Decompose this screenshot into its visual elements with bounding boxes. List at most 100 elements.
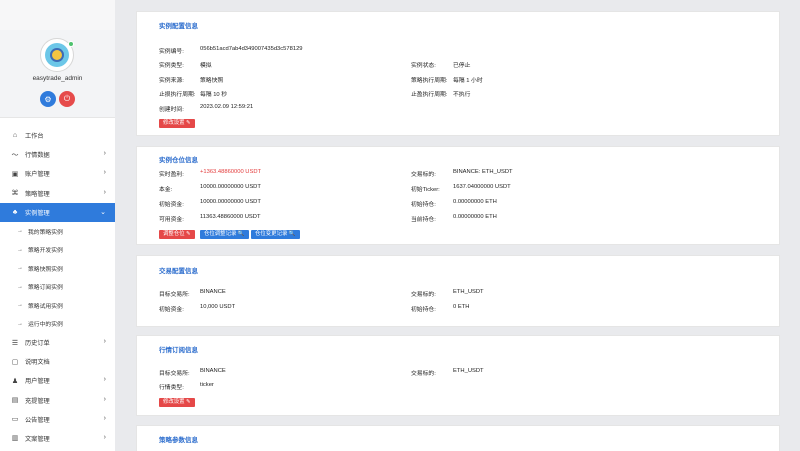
instance-icon: ♣ — [12, 208, 18, 216]
submenu-item-label: 策略开发实例 — [28, 248, 63, 255]
content-icon: ▥ — [11, 435, 19, 443]
panel-title: 实例仓位信息 — [159, 157, 198, 164]
ticker-label: 初始Ticker: — [411, 187, 440, 193]
submenu-item-label: 策略快照实例 — [28, 266, 63, 273]
sidebar-item-strategy[interactable]: ⌘ 策略管理 › — [0, 184, 115, 203]
sidebar-menu: ⌂ 工作台〜行情数据 › ▣ 账户管理 › ⌘ 策略管理 › ♣ 实例管理 ⌄ → 我的策略实例 → 策略开发… — [0, 126, 115, 448]
sidebar-item-label: 说明文档 — [25, 359, 50, 367]
takeprofit-cycle-label: 止盈执行周期: — [411, 92, 448, 98]
chevron-right-icon: › — [103, 337, 106, 345]
instance-status-value: 已停止 — [453, 63, 471, 69]
settings-button[interactable]: ⚙ — [40, 91, 56, 107]
panel-title: 实例配置信息 — [159, 23, 198, 30]
takeprofit-cycle-value: 不执行 — [453, 92, 471, 98]
adjust-position-button[interactable]: 调整仓位 ✎ — [159, 230, 195, 239]
sidebar-item-instance[interactable]: ♣ 实例管理 ⌄ — [0, 202, 115, 222]
submenu-item-label: 策略试用实例 — [28, 303, 63, 310]
market-type-label: 行情类型: — [159, 385, 184, 391]
position-change-log-button[interactable]: 仓位变更记录 🔍 — [251, 230, 300, 239]
sidebar-item-label: 历史订单 — [25, 340, 50, 348]
sidebar-item-label: 公告管理 — [25, 416, 50, 424]
arrow-right-icon: → — [17, 320, 23, 327]
exchange-value: BINANCE — [200, 368, 226, 374]
pair-value: ETH_USDT — [453, 289, 484, 295]
market-subscription-panel: 行情订阅信息 目标交易所: BINANCE 交易标的: ETH_USDT 行情类… — [136, 335, 780, 416]
sidebar-item-content[interactable]: ▥ 文案管理 › — [0, 429, 115, 448]
pnl-label: 实时盈利: — [159, 172, 184, 178]
instance-source-label: 实例来源: — [159, 78, 184, 84]
initial-capital-value: 10000.00000000 USDT — [200, 199, 261, 205]
sidebar-item-label: 文案管理 — [25, 435, 50, 443]
logout-button[interactable]: ⏻ — [59, 91, 75, 107]
pair-value: ETH_USDT — [453, 368, 484, 374]
power-icon: ⏻ — [63, 94, 71, 103]
docs-icon: ▢ — [11, 358, 19, 366]
sidebar-item-label: 用户管理 — [25, 378, 50, 386]
sidebar-item-label: 工作台 — [25, 133, 44, 141]
sidebar-item-label: 充提管理 — [25, 397, 50, 405]
pair-label: 交易标的: — [411, 292, 436, 298]
edit-settings-button[interactable]: 修改设置 ✎ — [159, 119, 195, 128]
panel-title: 行情订阅信息 — [159, 347, 198, 354]
chevron-right-icon: › — [103, 169, 106, 177]
exchange-label: 目标交易所: — [159, 371, 190, 377]
instance-position-panel: 实例仓位信息 实时盈利: +1363.48860000 USDT 交易标的: B… — [136, 146, 780, 245]
instance-type-value: 模拟 — [200, 63, 212, 69]
username: easytrade_admin — [32, 75, 83, 82]
sidebar-item-label: 策略管理 — [25, 190, 50, 198]
history-icon: ☰ — [11, 339, 19, 347]
sidebar-item-history[interactable]: ☰ 历史订单 › — [0, 333, 115, 352]
sidebar-item-docs[interactable]: ▢ 说明文档 — [0, 352, 115, 371]
arrow-right-icon: → — [17, 283, 23, 290]
avatar[interactable] — [40, 38, 74, 72]
current-holding-label: 当前持仓: — [411, 217, 436, 223]
exchange-label: 目标交易所: — [159, 292, 190, 298]
submenu-item[interactable]: → 策略试用实例 — [0, 296, 115, 315]
sidebar-item-recharge[interactable]: ▤ 充提管理 › — [0, 391, 115, 410]
instance-type-label: 实例类型: — [159, 63, 184, 69]
chevron-down-icon: ⌄ — [100, 208, 106, 216]
submenu-item[interactable]: → 策略开发实例 — [0, 240, 115, 259]
sidebar-item-label: 行情数据 — [25, 152, 50, 160]
notice-icon: ▭ — [11, 416, 19, 424]
initial-holding-label: 初始持仓: — [411, 202, 436, 208]
sidebar-item-account[interactable]: ▣ 账户管理 › — [0, 164, 115, 183]
sidebar-item-workbench[interactable]: ⌂ 工作台 — [0, 126, 115, 145]
strategy-params-panel: 策略参数信息 — [136, 425, 780, 451]
chevron-right-icon: › — [103, 414, 106, 422]
initial-holding-value: 0 ETH — [453, 304, 470, 310]
edit-subscription-button[interactable]: 修改设置 ✎ — [159, 398, 195, 407]
arrow-right-icon: → — [17, 302, 23, 309]
stoploss-cycle-value: 每隔 10 秒 — [200, 92, 228, 98]
recharge-icon: ▤ — [11, 397, 19, 405]
arrow-right-icon: → — [17, 228, 23, 235]
chevron-right-icon: › — [103, 188, 106, 196]
account-icon: ▣ — [11, 170, 19, 178]
pair-label: 交易标的: — [411, 172, 436, 178]
chevron-right-icon: › — [103, 395, 106, 403]
stoploss-cycle-label: 止损执行周期: — [159, 92, 196, 98]
ticker-value: 1637.04000000 USDT — [453, 184, 511, 190]
sidebar-item-notice[interactable]: ▭ 公告管理 › — [0, 410, 115, 429]
sidebar-header — [0, 0, 115, 30]
initial-holding-label: 初始持仓: — [411, 307, 436, 313]
pair-value: BINANCE: ETH_USDT — [453, 169, 513, 175]
sidebar-item-users[interactable]: ♟ 用户管理 › — [0, 371, 115, 390]
submenu-item[interactable]: → 运行中的实例 — [0, 314, 115, 333]
instance-status-label: 实例状态: — [411, 63, 436, 69]
sidebar-item-market[interactable]: 〜行情数据 › — [0, 145, 115, 164]
submenu-item[interactable]: → 策略快照实例 — [0, 259, 115, 278]
principal-label: 本金: — [159, 187, 173, 193]
submenu-item-label: 策略订阅实例 — [28, 285, 63, 292]
chevron-right-icon: › — [103, 433, 106, 441]
arrow-right-icon: → — [17, 265, 23, 272]
market-type-value: ticker — [200, 382, 214, 388]
submenu-item[interactable]: → 我的策略实例 — [0, 222, 115, 241]
panel-title: 策略参数信息 — [159, 437, 198, 444]
sidebar: easytrade_admin ⚙ ⏻ ⌂ 工作台〜行情数据 › ▣ 账户管理 › ⌘ 策略管… — [0, 0, 115, 451]
position-adjust-log-button[interactable]: 仓位调整记录 🔍 — [200, 230, 249, 239]
sidebar-item-label: 账户管理 — [25, 171, 50, 179]
workbench-icon: ⌂ — [12, 132, 18, 140]
gear-icon: ⚙ — [44, 94, 52, 104]
submenu-item[interactable]: → 策略订阅实例 — [0, 277, 115, 296]
